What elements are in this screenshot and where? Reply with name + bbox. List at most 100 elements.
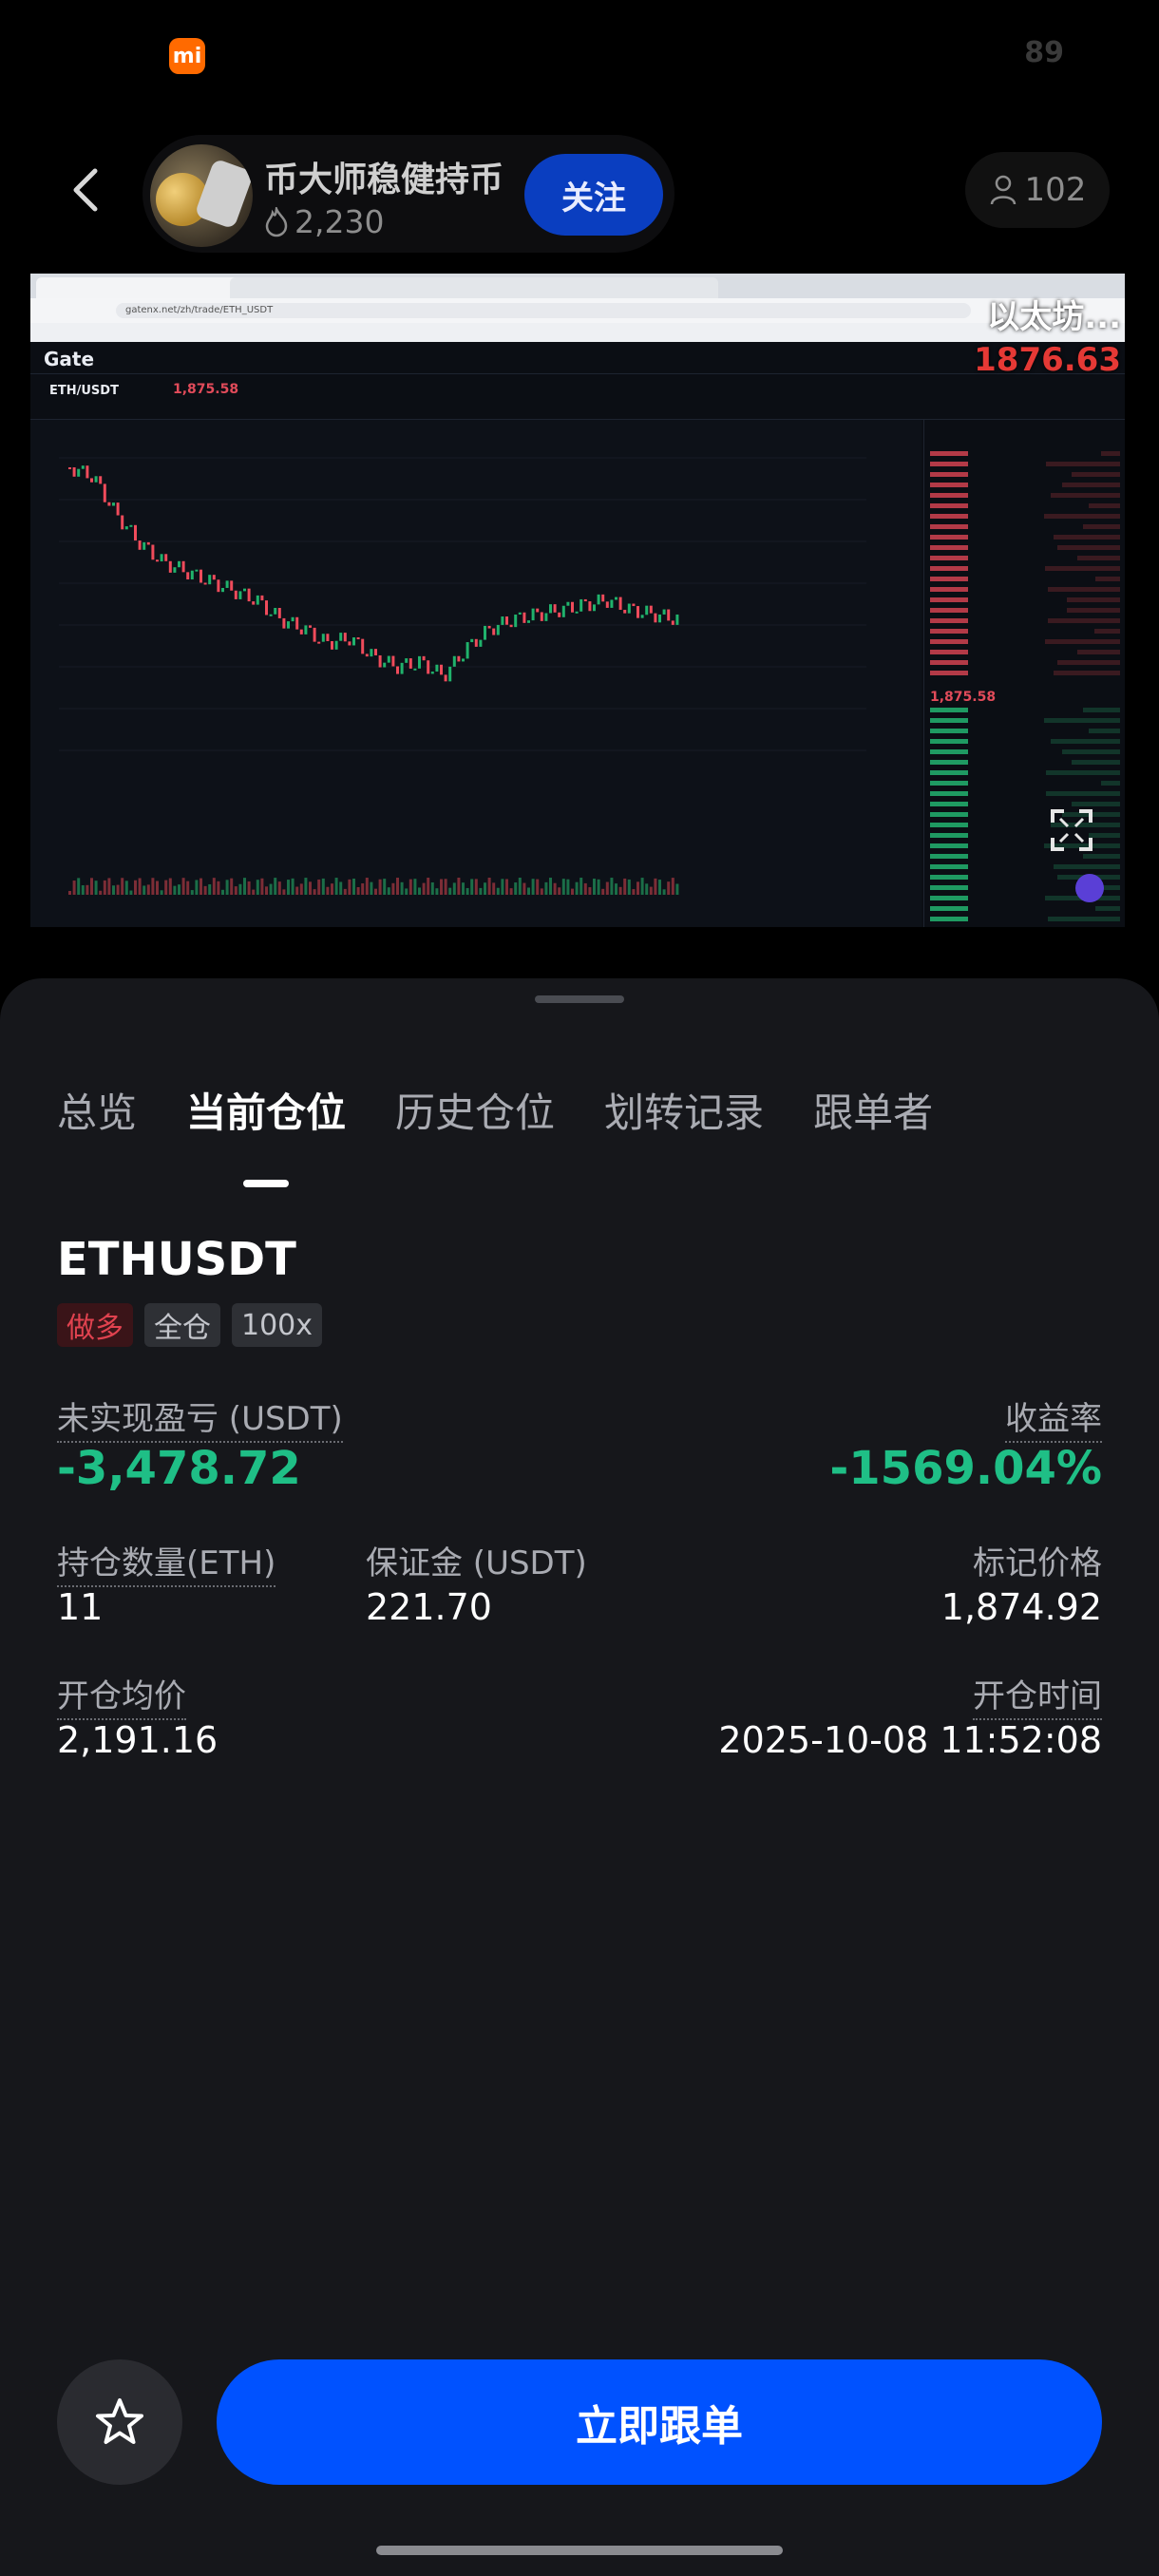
volume-bar bbox=[295, 886, 299, 895]
candle bbox=[334, 640, 338, 650]
volume-bar bbox=[645, 883, 649, 895]
volume-bar bbox=[597, 879, 600, 895]
chevron-left-icon bbox=[73, 168, 98, 212]
followers-value: 102 bbox=[1024, 171, 1087, 209]
volume-bar bbox=[72, 881, 76, 895]
candle bbox=[615, 597, 618, 600]
candle bbox=[221, 587, 224, 593]
header: 币大师稳健持币 2,230 关注 102 bbox=[0, 123, 1159, 256]
volume-bar bbox=[116, 884, 120, 895]
candle bbox=[168, 560, 172, 573]
orderbook-row bbox=[930, 778, 1120, 788]
candle bbox=[142, 541, 146, 550]
open-time-label[interactable]: 开仓时间 bbox=[973, 1670, 1102, 1720]
volume-bar bbox=[610, 878, 614, 895]
orderbook-row bbox=[930, 647, 1120, 657]
candle bbox=[474, 638, 478, 647]
orderbook-row bbox=[930, 903, 1120, 914]
volume-bar bbox=[627, 879, 631, 895]
ticker-pair: ETH/USDT bbox=[49, 384, 119, 398]
orderbook-row bbox=[930, 511, 1120, 521]
volume-bar bbox=[605, 881, 609, 895]
chart-screenshot-preview[interactable]: gatenx.net/zh/trade/ETH_USDT Gate ETH/US… bbox=[30, 274, 1125, 927]
tab-transfer-records[interactable]: 划转记录 bbox=[604, 1081, 764, 1147]
volume-bar bbox=[212, 878, 216, 895]
volume-bar bbox=[343, 888, 347, 895]
volume-bar bbox=[413, 879, 417, 895]
volume-bar bbox=[247, 881, 251, 895]
volume-bar bbox=[474, 879, 478, 895]
tab-current-position[interactable]: 当前仓位 bbox=[186, 1081, 346, 1147]
follow-trade-button[interactable]: 立即跟单 bbox=[217, 2359, 1102, 2485]
orderbook-row bbox=[930, 788, 1120, 799]
candle bbox=[522, 612, 526, 623]
tab-history-position[interactable]: 历史仓位 bbox=[395, 1081, 555, 1147]
candle bbox=[383, 662, 387, 668]
tab-followers[interactable]: 跟单者 bbox=[813, 1081, 933, 1147]
candle bbox=[470, 638, 474, 643]
tab-overview[interactable]: 总览 bbox=[57, 1081, 137, 1147]
unrealized-pnl-label[interactable]: 未实现盈亏 (USDT) bbox=[57, 1392, 343, 1443]
bookmarks-bar bbox=[30, 323, 1125, 342]
orderbook-row bbox=[930, 862, 1120, 872]
orderbook-row bbox=[930, 448, 1120, 459]
volume-bar bbox=[203, 885, 207, 895]
volume-bar bbox=[400, 881, 404, 895]
position-sheet: 总览 当前仓位 历史仓位 划转记录 跟单者 ETHUSDT 做多 全仓 100x… bbox=[0, 978, 1159, 2576]
candle bbox=[405, 658, 408, 663]
candle bbox=[662, 609, 666, 615]
volume-bar bbox=[583, 882, 587, 895]
volume-bar bbox=[256, 880, 259, 895]
candle bbox=[558, 612, 561, 617]
volume-bar bbox=[121, 878, 124, 895]
home-indicator[interactable] bbox=[376, 2546, 783, 2555]
roi-label[interactable]: 收益率 bbox=[1005, 1392, 1102, 1443]
assistant-icon[interactable] bbox=[1075, 874, 1104, 902]
entry-price-label[interactable]: 开仓均价 bbox=[57, 1670, 186, 1720]
creator-card[interactable]: 币大师稳健持币 2,230 关注 bbox=[142, 135, 674, 253]
volume-bar bbox=[90, 878, 93, 895]
candle bbox=[654, 613, 657, 623]
candle bbox=[505, 616, 508, 625]
orderbook-row bbox=[930, 542, 1120, 553]
volume-bar bbox=[571, 888, 574, 895]
followers-count[interactable]: 102 bbox=[965, 152, 1110, 228]
volume-bar bbox=[492, 882, 496, 895]
entry-price-value: 2,191.16 bbox=[57, 1719, 218, 1761]
candle bbox=[553, 604, 557, 613]
volume-bar bbox=[662, 889, 666, 895]
volume-bar bbox=[462, 882, 465, 895]
candle bbox=[623, 610, 627, 614]
back-button[interactable] bbox=[57, 161, 114, 218]
candle bbox=[408, 658, 412, 669]
volume-bar bbox=[430, 882, 434, 895]
favorite-button[interactable] bbox=[57, 2359, 182, 2485]
volume-bar bbox=[575, 881, 579, 895]
candle bbox=[200, 569, 202, 583]
sheet-handle[interactable] bbox=[535, 995, 624, 1003]
user-icon bbox=[990, 175, 1016, 205]
orderbook-row bbox=[930, 605, 1120, 616]
candle bbox=[632, 603, 636, 607]
fullscreen-icon[interactable] bbox=[1049, 807, 1094, 853]
volume-bar bbox=[112, 885, 115, 895]
orderbook-row bbox=[930, 736, 1120, 747]
volume-bar bbox=[348, 879, 352, 895]
browser-address-bar: gatenx.net/zh/trade/ETH_USDT bbox=[30, 298, 1125, 323]
volume-bar bbox=[649, 886, 653, 895]
candle bbox=[492, 628, 496, 635]
leverage-badge: 100x bbox=[232, 1303, 323, 1347]
volume-bar bbox=[94, 881, 98, 895]
candle bbox=[160, 554, 163, 562]
volume-bar bbox=[408, 879, 412, 895]
candle bbox=[282, 617, 286, 629]
candle bbox=[640, 615, 644, 618]
candle bbox=[138, 540, 142, 550]
volume-bar bbox=[243, 878, 246, 895]
volume-bar bbox=[671, 878, 674, 895]
volume-bar bbox=[134, 880, 137, 895]
quantity-label[interactable]: 持仓数量(ETH) bbox=[57, 1537, 276, 1587]
candle bbox=[561, 605, 565, 617]
candle bbox=[151, 544, 155, 560]
follow-button[interactable]: 关注 bbox=[524, 154, 663, 236]
